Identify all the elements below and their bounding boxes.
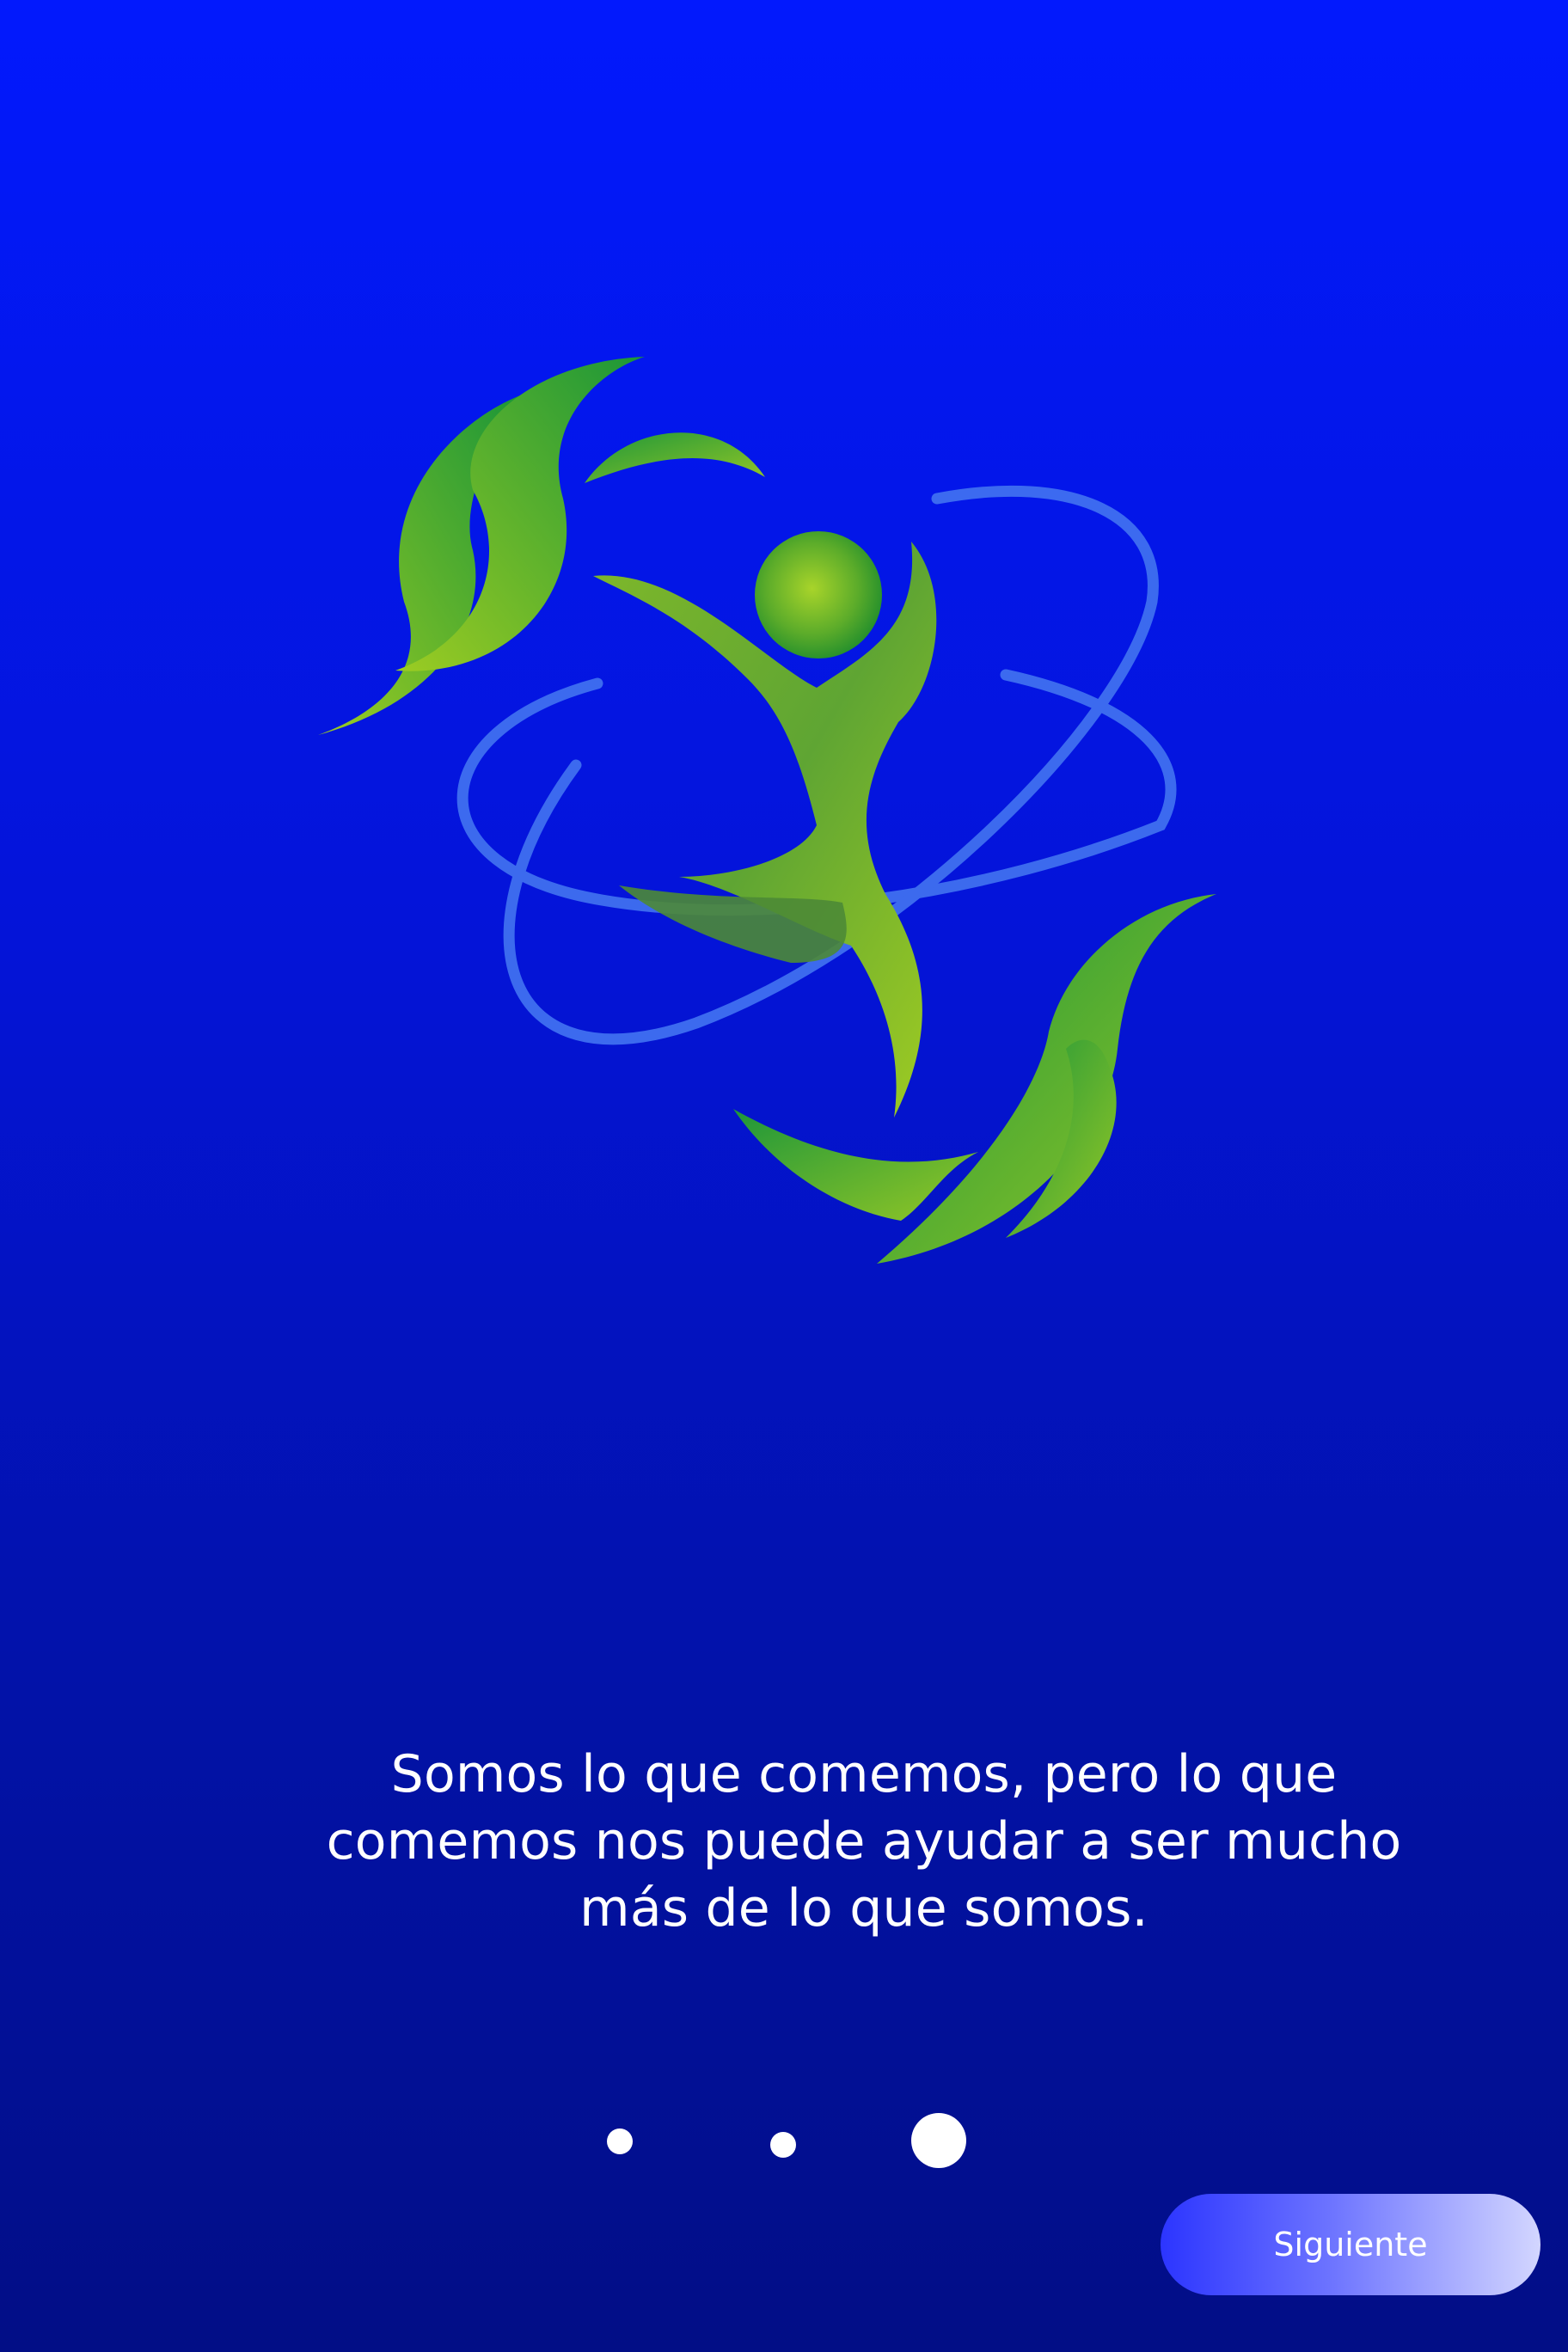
figure-head-icon	[755, 531, 882, 658]
page-dot-2[interactable]	[770, 2132, 796, 2158]
onboarding-screen: Somos lo que comemos, pero lo que comemo…	[0, 0, 1568, 2352]
page-dot-3-active[interactable]	[911, 2113, 966, 2168]
app-logo	[318, 344, 1255, 1298]
logo-icon	[318, 357, 1216, 1264]
next-button[interactable]: Siguiente	[1161, 2194, 1540, 2295]
onboarding-tagline: Somos lo que comemos, pero lo que comemo…	[326, 1744, 1402, 1939]
page-dot-1[interactable]	[607, 2128, 633, 2154]
